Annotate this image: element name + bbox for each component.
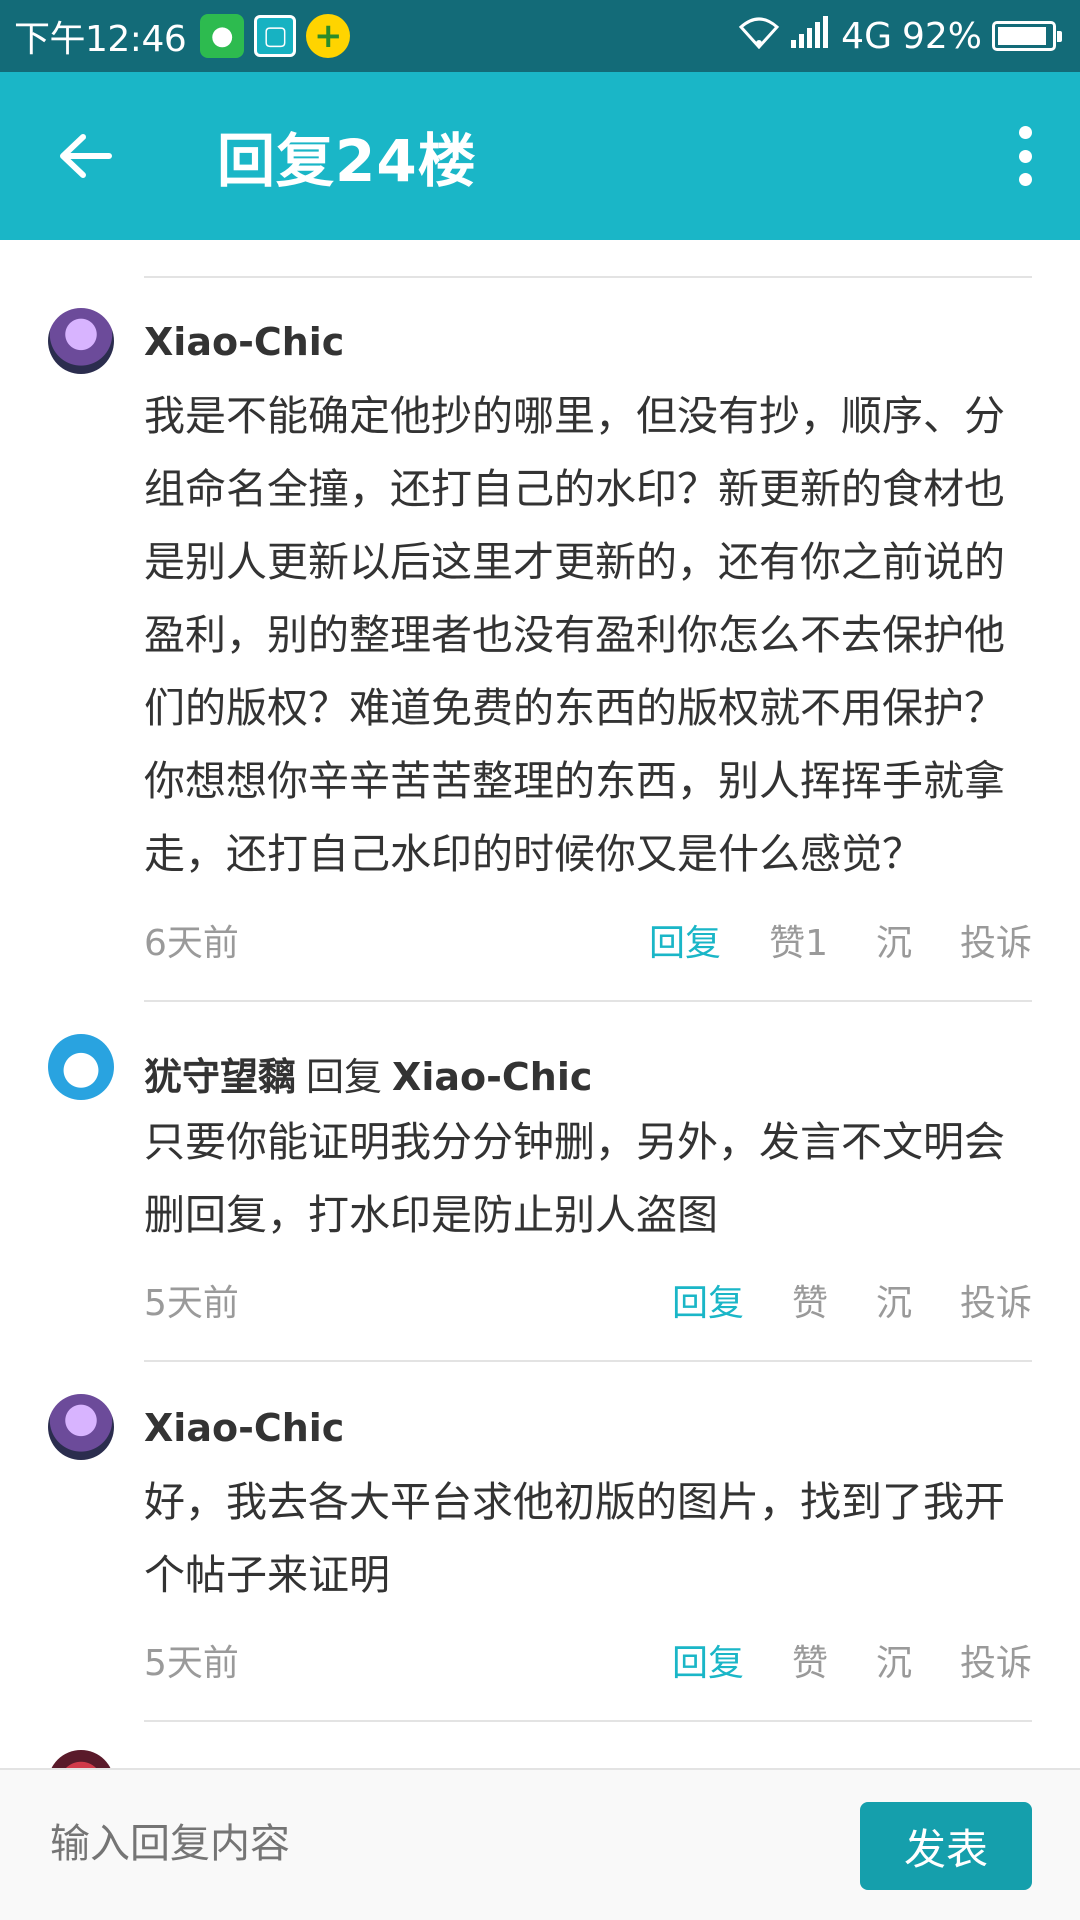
app-bar: 回复24楼 xyxy=(0,72,1080,240)
battery-percent: 92% xyxy=(901,15,982,57)
arrow-left-icon xyxy=(60,134,112,178)
report-button[interactable]: 投诉 xyxy=(960,1634,1032,1686)
reply-button[interactable]: 回复 xyxy=(649,914,721,966)
comment-actions: 回复 赞 沉 投诉 xyxy=(624,1634,1032,1686)
comment-author-line: 犹守望黐 回复 Xiao-Chic xyxy=(144,1046,592,1101)
wifi-icon xyxy=(737,15,781,58)
comment-time: 5天前 xyxy=(144,1643,239,1684)
reply-target[interactable]: Xiao-Chic xyxy=(392,1055,592,1099)
reply-button[interactable]: 回复 xyxy=(672,1274,744,1326)
comment-time: 6天前 xyxy=(144,923,239,964)
status-bar-left: 下午12:46 ● ▢ + xyxy=(14,10,360,62)
avatar[interactable] xyxy=(48,308,114,374)
report-button[interactable]: 投诉 xyxy=(960,1274,1032,1326)
more-vertical-icon[interactable] xyxy=(1010,126,1040,186)
like-button[interactable]: 赞 xyxy=(792,1274,828,1326)
reply-word: 回复 xyxy=(306,1055,383,1099)
status-bar-right: 4G 92% xyxy=(727,15,1062,58)
comment-author[interactable]: 犹守望黐 xyxy=(144,1055,296,1099)
signal-icon xyxy=(791,15,831,57)
status-time: 下午12:46 xyxy=(14,19,187,60)
comment-meta: 5天前 回复 赞 沉 投诉 xyxy=(144,1634,1032,1684)
sink-button[interactable]: 沉 xyxy=(876,1634,912,1686)
comment-list[interactable]: Xiao-Chic 我是不能确定他抄的哪里，但没有抄，顺序、分组命名全撞，还打自… xyxy=(0,240,1080,1768)
status-bar: 下午12:46 ● ▢ + 4G 92% xyxy=(0,0,1080,72)
sink-button[interactable]: 沉 xyxy=(876,1274,912,1326)
divider xyxy=(144,276,1032,278)
scan-icon: ▢ xyxy=(254,15,297,57)
like-button[interactable]: 赞 xyxy=(792,1634,828,1686)
comment-meta: 6天前 回复 赞1 沉 投诉 xyxy=(144,914,1032,964)
sink-button[interactable]: 沉 xyxy=(876,914,912,966)
reply-input[interactable] xyxy=(48,1820,808,1868)
like-button[interactable]: 赞1 xyxy=(769,914,828,966)
comment-author[interactable]: Xiao-Chic xyxy=(144,1406,344,1450)
comment-text: 只要你能证明我分分钟删，另外，发言不文明会删回复，打水印是防止别人盗图 xyxy=(144,1118,1005,1239)
reply-button[interactable]: 回复 xyxy=(672,1634,744,1686)
comment-actions: 回复 赞 沉 投诉 xyxy=(624,1274,1032,1326)
avatar[interactable] xyxy=(48,1394,114,1460)
reply-bar: 发表 xyxy=(0,1768,1080,1920)
comment-text: 好，我去各大平台求他初版的图片，找到了我开个帖子来证明 xyxy=(144,1478,1005,1599)
divider xyxy=(144,1000,1032,1002)
report-button[interactable]: 投诉 xyxy=(960,914,1032,966)
divider xyxy=(144,1720,1032,1722)
back-button[interactable] xyxy=(0,72,170,240)
send-button[interactable]: 发表 xyxy=(860,1802,1032,1890)
battery-fill xyxy=(998,27,1046,45)
comment-text: 我是不能确定他抄的哪里，但没有抄，顺序、分组命名全撞，还打自己的水印？新更新的食… xyxy=(144,392,1005,878)
comment-meta: 5天前 回复 赞 沉 投诉 xyxy=(144,1274,1032,1324)
avatar[interactable] xyxy=(48,1034,114,1100)
comment-time: 5天前 xyxy=(144,1283,239,1324)
wechat-icon: ● xyxy=(200,14,245,58)
network-type: 4G xyxy=(841,15,892,57)
comment-author[interactable]: Xiao-Chic xyxy=(144,320,344,364)
plus-icon: + xyxy=(306,14,351,58)
battery-icon xyxy=(992,21,1062,51)
avatar[interactable] xyxy=(48,1750,114,1768)
page-title: 回复24楼 xyxy=(217,127,477,195)
comment-actions: 回复 赞1 沉 投诉 xyxy=(601,914,1032,966)
divider xyxy=(144,1360,1032,1362)
